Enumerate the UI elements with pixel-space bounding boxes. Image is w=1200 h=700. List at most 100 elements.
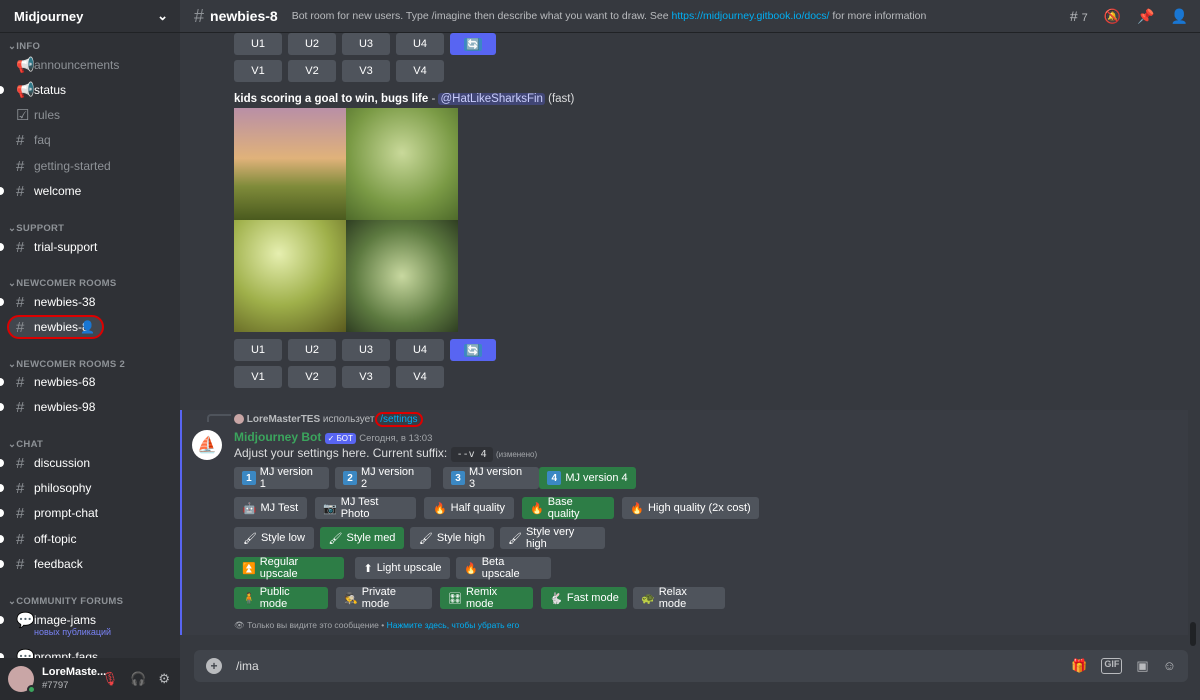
settings-button[interactable]: 🖌 Style high [410,527,494,549]
sidebar-channel-status[interactable]: 📢 status [0,79,174,101]
refresh-icon: 🔄 [464,343,482,357]
upscale-button[interactable]: U2 [288,339,336,361]
threads-icon[interactable]: # 7 [1070,8,1088,25]
sticker-icon[interactable]: ▣ [1136,658,1148,674]
generated-image[interactable] [346,108,458,220]
variation-button[interactable]: V3 [342,60,390,82]
docs-link[interactable]: https://midjourney.gitbook.io/docs/ [671,10,829,22]
headphones-icon[interactable]: 🎧 [130,671,146,687]
hash-icon: # [16,157,25,175]
settings-button[interactable]: ⬆ Light upscale [355,557,450,579]
reroll-button[interactable]: 🔄 [450,339,496,361]
settings-button[interactable]: ⏫ Regular upscale [234,556,344,580]
upscale-button[interactable]: U4 [396,339,444,361]
settings-command-link[interactable]: /settings [375,412,423,427]
variation-button[interactable]: V4 [396,366,444,388]
invite-icon[interactable]: 👤 [80,320,95,334]
channel-name: status [34,83,67,97]
category-header[interactable]: ⌄ NEWCOMER ROOMS [4,271,117,289]
settings-button[interactable]: 🔥 Beta upscale [456,556,551,580]
settings-button[interactable]: 🖌 Style med [320,527,404,549]
variation-button[interactable]: V4 [396,60,444,82]
sidebar-channel-image-jams[interactable]: 💬 image-jams новых публикаций [0,609,174,637]
server-header[interactable]: Midjourney ⌄ [0,0,180,33]
channel-header: # newbies-8 Bot room for new users. Type… [180,0,1200,33]
settings-button[interactable]: 🎛 Remix mode [440,586,533,610]
dismiss-link[interactable]: Нажмите здесь, чтобы убрать его [387,620,520,630]
sidebar-channel-getting-started[interactable]: # getting-started [8,155,174,177]
unread-indicator [0,187,4,195]
variation-button[interactable]: V1 [234,366,282,388]
sidebar-channel-newbies-98[interactable]: # newbies-98 [0,396,174,418]
category-header[interactable]: ⌄ CHAT [4,432,43,450]
sidebar-channel-feedback[interactable]: # feedback [0,553,174,575]
message-input[interactable]: /ima [236,659,259,673]
category-header[interactable]: ⌄ COMMUNITY FORUMS [4,589,123,607]
generated-image[interactable] [346,220,458,332]
reroll-button[interactable]: 🔄 [450,33,496,55]
settings-button[interactable]: 🐢 Relax mode [633,586,725,610]
upscale-button[interactable]: U3 [342,33,390,55]
category-header[interactable]: ⌄ NEWCOMER ROOMS 2 [4,352,125,370]
sidebar-channel-off-topic[interactable]: # off-topic [0,528,174,550]
member-list-icon[interactable]: 👤 [1171,8,1188,25]
gear-icon[interactable]: ⚙ [158,671,170,687]
settings-button[interactable]: 🐇 Fast mode [541,587,627,609]
settings-button[interactable]: 🤖 MJ Test [234,497,307,519]
sidebar-channel-announcements[interactable]: 📢 announcements [8,54,174,76]
sidebar-channel-discussion[interactable]: # discussion [0,452,174,474]
settings-button[interactable]: 🕵 Private mode [336,586,432,610]
generated-image[interactable] [234,108,346,220]
settings-button[interactable]: 🖌 Style very high [500,526,605,550]
gif-icon[interactable]: GIF [1101,658,1123,674]
number-4-icon: 4 [547,471,562,485]
variation-button[interactable]: V2 [288,366,336,388]
emoji-icon: 🔥 [530,502,544,515]
scrollbar[interactable] [1190,622,1196,646]
upscale-button[interactable]: U1 [234,33,282,55]
variation-button[interactable]: V3 [342,366,390,388]
category-header[interactable]: ⌄ SUPPORT [4,216,64,234]
number-3-icon: 3 [451,471,465,485]
settings-button[interactable]: 4 MJ version 4 [539,467,636,489]
settings-button[interactable]: 🔥 Half quality [424,497,514,519]
notifications-muted-icon[interactable]: 🔕 [1104,8,1121,25]
settings-button[interactable]: 🧍 Public mode [234,586,328,610]
settings-button[interactable]: 3 MJ version 3 [443,466,539,490]
generated-image[interactable] [234,220,346,332]
variation-button[interactable]: V1 [234,60,282,82]
settings-button[interactable]: 🔥 Base quality [522,496,614,520]
reply-line: LoreMasterTES использует /settings [234,412,423,427]
category-header[interactable]: ⌄ INFO [4,34,40,52]
upscale-button[interactable]: U2 [288,33,336,55]
settings-button[interactable]: 📷 MJ Test Photo [315,496,416,520]
upscale-button[interactable]: U3 [342,339,390,361]
message-composer[interactable]: + /ima 🎁 GIF ▣ ☺ [194,650,1188,682]
upscale-button[interactable]: U1 [234,339,282,361]
sidebar-channel-rules[interactable]: ☑ rules [8,104,174,126]
settings-button[interactable]: 2 MJ version 2 [335,466,431,490]
sidebar-channel-faq[interactable]: # faq [8,129,174,151]
gift-icon[interactable]: 🎁 [1071,658,1087,674]
sidebar-channel-prompt-chat[interactable]: # prompt-chat [0,502,174,524]
bot-avatar[interactable]: ⛵ [192,430,222,460]
sidebar-channel-trial-support[interactable]: # trial-support [0,236,174,258]
emoji-icon[interactable]: ☺ [1163,658,1176,674]
settings-button[interactable]: 🔥 High quality (2x cost) [622,497,759,519]
sidebar-channel-philosophy[interactable]: # philosophy [0,477,174,499]
megaphone-icon: 📢 [16,57,35,74]
pin-icon[interactable]: 📌 [1137,8,1154,25]
variation-button[interactable]: V2 [288,60,336,82]
sidebar-channel-newbies-38[interactable]: # newbies-38 [0,291,174,313]
add-attachment-icon[interactable]: + [206,658,222,674]
sidebar-channel-newbies-8[interactable]: # newbies-8 👤 [7,315,104,339]
sidebar-channel-welcome[interactable]: # welcome [0,180,174,202]
upscale-button[interactable]: U4 [396,33,444,55]
author-name[interactable]: Midjourney Bot [234,430,321,444]
user-mention[interactable]: @HatLikeSharksFin [438,93,545,105]
mute-mic-icon[interactable]: 🎙 [102,671,119,687]
settings-button[interactable]: 🖌 Style low [234,527,314,549]
avatar[interactable] [8,666,36,694]
settings-button[interactable]: 1 MJ version 1 [234,466,329,490]
sidebar-channel-newbies-68[interactable]: # newbies-68 [0,371,174,393]
